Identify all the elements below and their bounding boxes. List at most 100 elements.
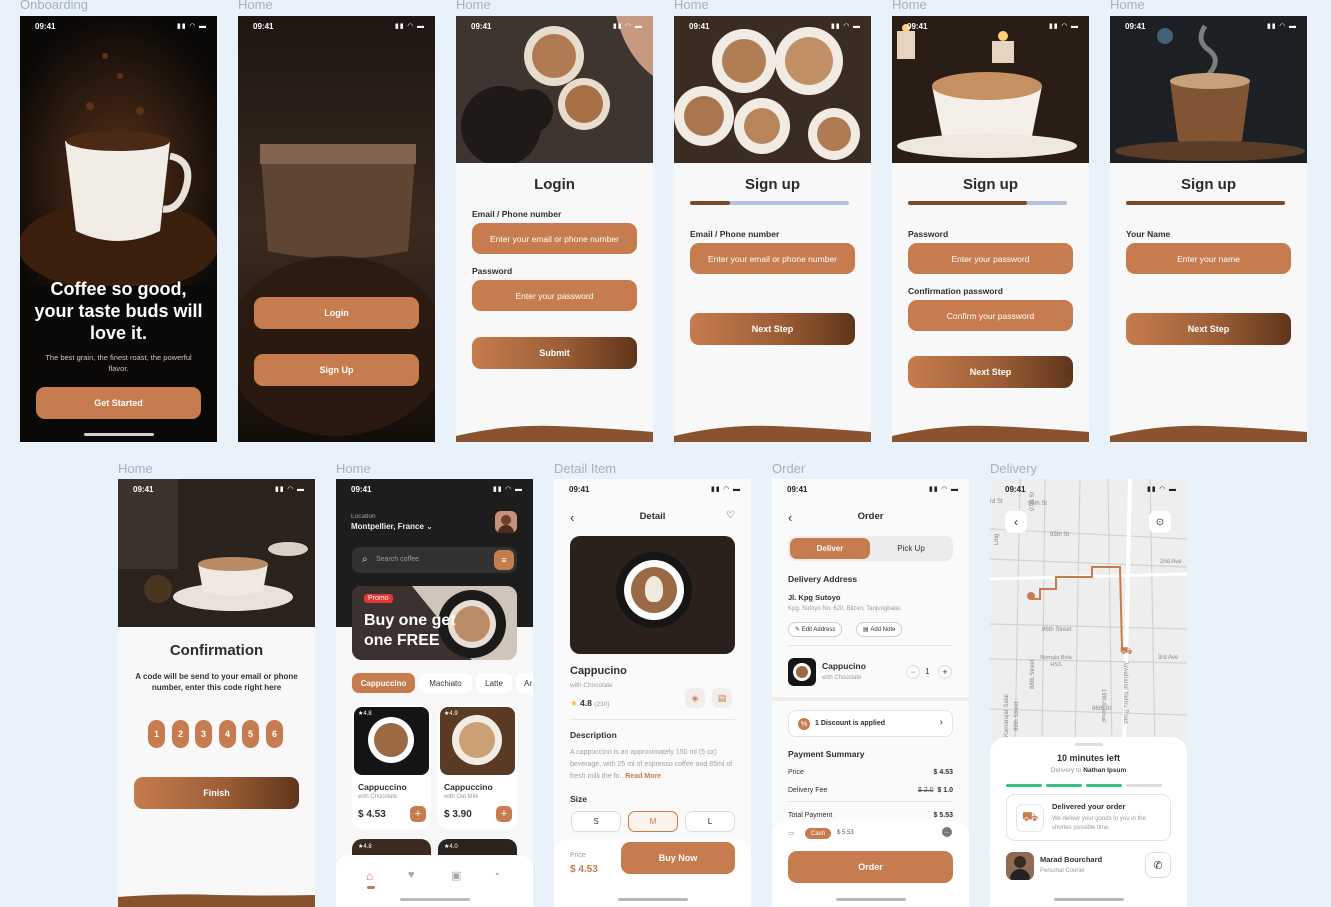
password-field[interactable]: Enter your password [908,243,1073,274]
more-icon[interactable]: … [942,827,952,837]
progress-step [1046,784,1082,787]
finish-button[interactable]: Finish [134,777,299,809]
increase-quantity-button[interactable]: + [938,665,952,679]
search-input[interactable]: Search coffee [376,556,419,563]
map-street-label: 3rd Ave [1158,655,1179,661]
cash-amount: $ 5.53 [837,830,854,836]
search-icon: ⌕ [362,554,368,565]
search-bar[interactable]: ⌕ Search coffee ≡ [352,547,517,573]
product-card[interactable]: ★4.8 Cappuccino with Chocolate $ 4.53 + [352,705,431,829]
steaming-glass-photo [1110,16,1307,163]
product-card[interactable]: ★4.9 Cappuccino with Oat Milk $ 3.90 + [438,705,517,829]
page-title: Sign up [745,176,800,193]
status-time: 09:41 [569,485,590,494]
get-started-button[interactable]: Get Started [36,387,201,419]
tab-deliver[interactable]: Deliver [790,538,870,559]
wave-decoration [1110,425,1307,442]
frame-label-detail: Detail Item [554,461,617,476]
call-courier-button[interactable]: ✆ [1145,852,1171,878]
map-street-label: 2nd Ave [1160,559,1182,565]
address-name: Jl. Kpg Sutoyo [788,593,841,602]
category-chip[interactable]: Latte [476,673,512,693]
buy-now-button[interactable]: Buy Now [621,842,735,874]
status-bar: 09:41 ▮▮ ◠ ▬ [238,16,435,34]
divider [788,801,953,802]
category-chip[interactable]: Machiato [419,673,472,693]
add-to-cart-button[interactable]: + [410,806,426,822]
signal-icon: ▮▮ ◠ ▬ [1267,23,1297,30]
tab-pickup[interactable]: Pick Up [871,538,951,559]
heart-icon[interactable]: ♥ [408,869,415,881]
next-step-button[interactable]: Next Step [1126,313,1291,345]
avatar[interactable] [495,511,517,533]
email-field[interactable]: Enter your email or phone number [472,223,637,254]
quantity-value: 1 [925,667,930,676]
filter-icon[interactable]: ≡ [494,550,514,570]
map-street-label: Kamarajar Salai [1004,694,1010,737]
frame-label-delivery: Delivery [990,461,1037,476]
price-value: $ 4.53 [933,769,953,776]
map-street-label: rd St [990,499,1003,505]
add-note-button[interactable]: ▤ Add Note [856,622,903,637]
favorite-icon[interactable]: ♡ [726,510,735,521]
frame-label-home: Home [1110,0,1145,12]
product-image: ★4.8 [354,707,429,775]
size-option[interactable]: M [628,811,678,832]
divider [570,719,735,720]
otp-digit[interactable]: 5 [242,720,259,748]
size-option[interactable]: S [571,811,621,832]
total-value: $ 5.53 [933,812,953,819]
confirm-password-field[interactable]: Confirm your password [908,300,1073,331]
signup-step2-screen: 09:41 ▮▮ ◠ ▬ Sign up Password Enter your … [892,16,1089,442]
next-step-button[interactable]: Next Step [690,313,855,345]
discount-row[interactable]: % 1 Discount is applied › [788,710,953,737]
category-chip[interactable]: Cappuccino [352,673,415,693]
edit-address-button[interactable]: ✎ Edit Address [788,622,843,637]
courier-avatar [1006,852,1034,880]
bell-icon[interactable]: ◔ [493,869,500,881]
password-field[interactable]: Enter your password [472,280,637,311]
description-title: Description [570,730,617,740]
otp-digit[interactable]: 3 [195,720,212,748]
rating-badge: ★4.8 [358,844,372,850]
bag-icon[interactable]: ▣ [451,869,461,882]
order-button[interactable]: Order [788,851,953,883]
location-selector[interactable]: Montpellier, France ⌄ [351,522,433,531]
otp-digit[interactable]: 6 [266,720,283,748]
login-screen: 09:41 ▮▮ ◠ ▬ Login Email / Phone number E… [456,16,653,442]
name-field[interactable]: Enter your name [1126,243,1291,274]
cash-badge[interactable]: Cash [805,828,832,839]
email-field[interactable]: Enter your email or phone number [690,243,855,274]
otp-digit[interactable]: 2 [172,720,189,748]
page-title: Sign up [1181,176,1236,193]
locate-icon[interactable]: ⊙ [1149,511,1171,533]
login-button[interactable]: Login [254,297,419,329]
otp-digit[interactable]: 1 [148,720,165,748]
read-more-link[interactable]: Read More [625,773,661,780]
status-bar: 09:41 ▮▮ ◠ ▬ [1110,16,1307,34]
map-place-label: Nirmala Birla HSS [1040,655,1072,668]
product-name: Cappuccino [444,782,493,792]
add-to-cart-button[interactable]: + [496,806,512,822]
onboarding-headline: Coffee so good, your taste buds will lov… [34,279,203,343]
status-bar: 09:41 ▮▮ ◠ ▬ [990,479,1187,497]
decrease-quantity-button[interactable]: − [906,665,920,679]
discount-icon: % [798,718,810,730]
location-value: Montpellier, France [351,522,424,531]
name-label: Your Name [1126,229,1171,239]
category-chip[interactable]: Ar [516,673,533,693]
submit-button[interactable]: Submit [472,337,637,369]
next-step-button[interactable]: Next Step [908,356,1073,388]
size-option[interactable]: L [685,811,735,832]
signal-icon: ▮▮ ◠ ▬ [613,23,643,30]
order-mode-toggle: Deliver Pick Up [788,536,953,561]
signup-button[interactable]: Sign Up [254,354,419,386]
sheet-handle[interactable] [1075,743,1103,746]
home-icon[interactable]: ⌂ [366,869,373,883]
otp-digit[interactable]: 4 [219,720,236,748]
checkout-bar: Price $ 4.53 Buy Now [554,839,751,907]
promo-banner[interactable]: Promo Buy one get one FREE [352,586,517,660]
back-icon[interactable]: ‹ [1005,511,1027,533]
bean-icon: ◈ [685,688,705,708]
latte-cups-photo [674,16,871,163]
